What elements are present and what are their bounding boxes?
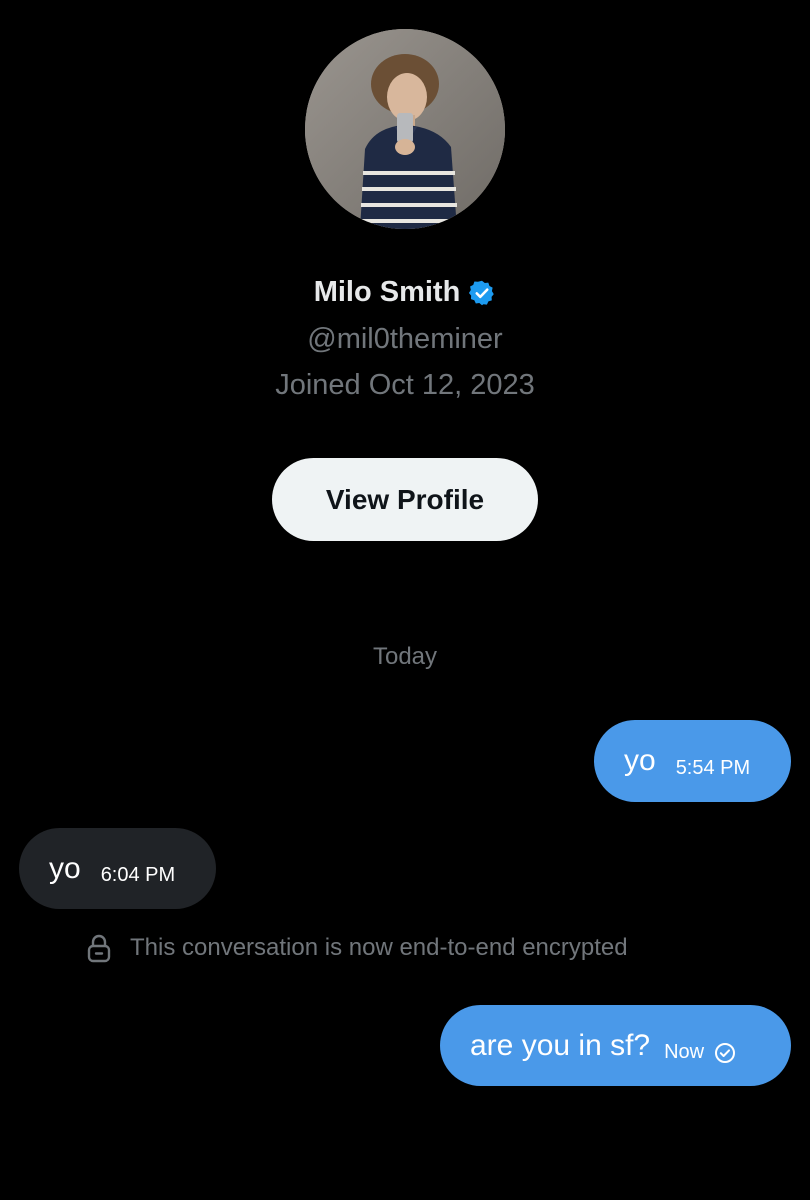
message-status: Now <box>664 1041 736 1064</box>
read-check-icon <box>714 1042 736 1064</box>
message-timestamp: 5:54 PM <box>675 756 751 779</box>
encryption-notice: This conversation is now end-to-end encr… <box>86 933 628 963</box>
profile-name: Milo Smith <box>313 276 461 308</box>
verified-badge-icon <box>468 279 496 307</box>
profile-avatar[interactable] <box>305 29 505 229</box>
profile-handle: @mil0theminer <box>307 323 503 355</box>
message-text: are you in sf? <box>470 1028 651 1062</box>
view-profile-button[interactable]: View Profile <box>272 458 538 541</box>
profile-name-row: Milo Smith <box>0 276 810 309</box>
message-text: yo <box>49 851 81 885</box>
message-bubble-sent[interactable]: are you in sf? Now <box>440 1005 791 1086</box>
encryption-notice-text: This conversation is now end-to-end encr… <box>130 934 628 961</box>
avatar-photo <box>305 29 505 229</box>
lock-icon <box>86 933 112 963</box>
message-timestamp: Now <box>664 1041 705 1063</box>
message-bubble-sent[interactable]: yo 5:54 PM <box>594 720 791 802</box>
date-separator: Today <box>372 643 438 670</box>
profile-joined-date: Joined Oct 12, 2023 <box>275 369 535 401</box>
message-text: yo <box>624 744 656 777</box>
message-bubble-received[interactable]: yo 6:04 PM <box>19 828 216 909</box>
message-timestamp: 6:04 PM <box>100 864 176 886</box>
